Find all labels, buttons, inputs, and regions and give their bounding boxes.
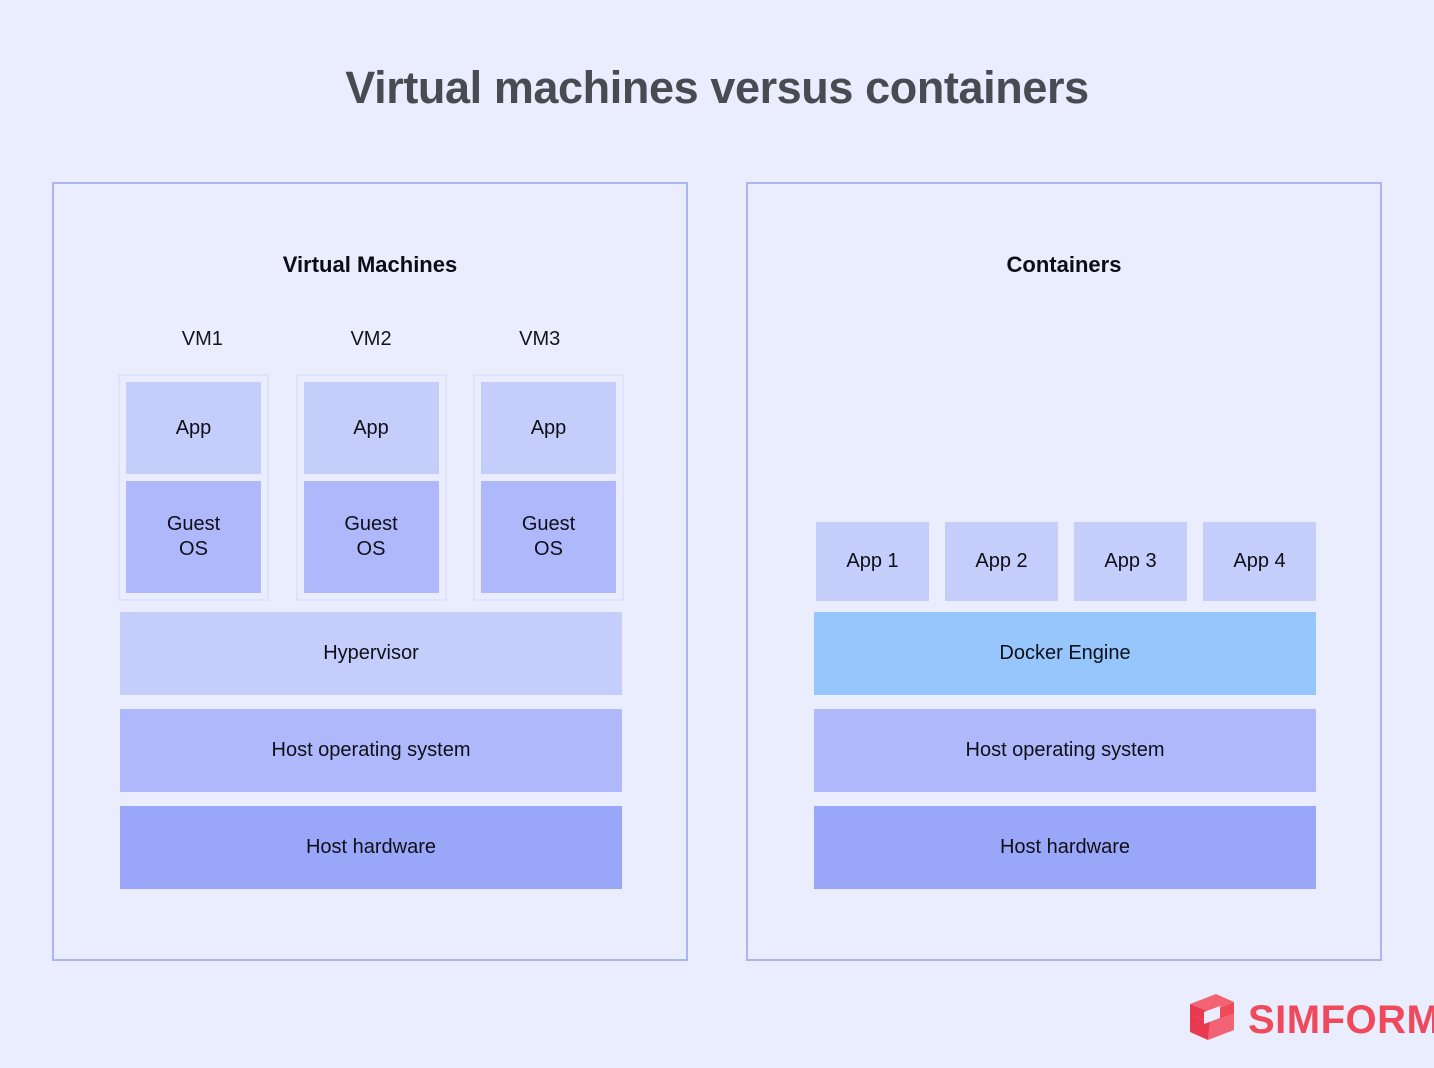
container-app-1: App 1 [816, 522, 929, 601]
vm-label-vm1: VM1 [181, 328, 223, 350]
container-host-operating-system-bar: Host operating system [814, 709, 1316, 792]
containers-heading: Containers [1006, 252, 1122, 277]
container-app-2: App 2 [945, 522, 1058, 601]
simform-logo: SIMFORM [1186, 992, 1434, 1047]
vm-box-row: App Guest OS App Guest OS App Guest OS [118, 374, 624, 601]
vm1-app-box: App [126, 382, 261, 474]
vm3-guest-os-box: Guest OS [481, 481, 616, 593]
vm-box-vm1: App Guest OS [118, 374, 269, 601]
simform-logo-text: SIMFORM [1248, 997, 1434, 1042]
vm-box-vm2: App Guest OS [295, 374, 447, 601]
container-app-3: App 3 [1074, 522, 1187, 601]
simform-logo-icon [1186, 992, 1238, 1047]
vm-label-vm2: VM2 [350, 328, 392, 350]
virtual-machines-heading: Virtual Machines [282, 252, 458, 277]
vm-label-row: VM1 VM2 VM3 [118, 328, 624, 351]
container-host-hardware-bar: Host hardware [814, 806, 1316, 889]
vm1-guest-os-box: Guest OS [126, 481, 261, 593]
vm-stack: Hypervisor Host operating system Host ha… [120, 612, 622, 889]
vm-host-hardware-bar: Host hardware [120, 806, 622, 889]
container-stack: Docker Engine Host operating system Host… [814, 612, 1316, 889]
container-app-row: App 1 App 2 App 3 App 4 [816, 522, 1316, 601]
vm2-app-box: App [303, 382, 439, 474]
docker-engine-bar: Docker Engine [814, 612, 1316, 695]
vm-host-operating-system-bar: Host operating system [120, 709, 622, 792]
virtual-machines-panel: Virtual Machines VM1 VM2 VM3 App Guest O… [52, 182, 688, 961]
container-app-4: App 4 [1203, 522, 1316, 601]
vm-box-vm3: App Guest OS [473, 374, 624, 601]
vm-label-vm3: VM3 [519, 328, 561, 350]
page-title: Virtual machines versus containers [345, 62, 1089, 113]
vm2-guest-os-box: Guest OS [303, 481, 439, 593]
hypervisor-bar: Hypervisor [120, 612, 622, 695]
containers-panel: Containers App 1 App 2 App 3 App 4 Docke… [746, 182, 1382, 961]
vm3-app-box: App [481, 382, 616, 474]
